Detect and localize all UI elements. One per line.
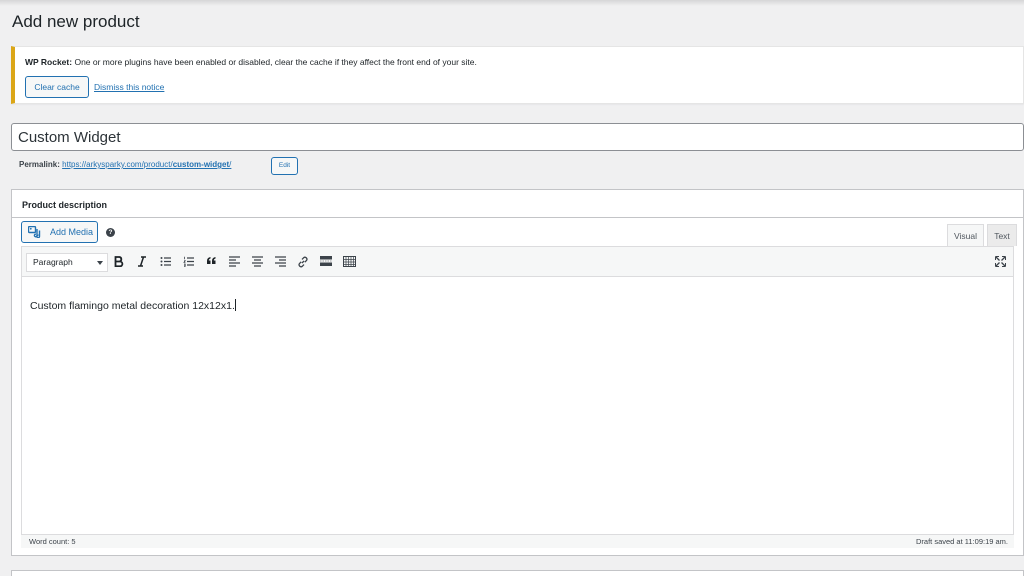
add-media-label: Add Media bbox=[49, 227, 94, 237]
notice-plugin-name: WP Rocket: bbox=[25, 57, 73, 67]
next-postbox bbox=[11, 570, 1024, 576]
media-icon bbox=[28, 226, 41, 238]
word-count: Word count: 5 bbox=[29, 537, 76, 546]
format-select[interactable]: Paragraph bbox=[26, 253, 108, 272]
numbered-list-icon[interactable] bbox=[180, 254, 196, 270]
permalink: Permalink: https://arkysparky.com/produc… bbox=[19, 160, 231, 169]
product-title-input[interactable] bbox=[11, 123, 1024, 151]
help-icon[interactable]: ? bbox=[106, 228, 115, 237]
align-center-icon[interactable] bbox=[249, 254, 265, 270]
page-title: Add new product bbox=[12, 12, 140, 31]
permalink-label: Permalink: bbox=[19, 160, 60, 169]
editor-content: Custom flamingo metal decoration 12x12x1… bbox=[30, 300, 235, 312]
wp-rocket-notice: WP Rocket: One or more plugins have been… bbox=[11, 46, 1024, 104]
editor: Paragraph Custom flamingo metal decorati… bbox=[21, 246, 1014, 546]
postbox-header: Product description bbox=[12, 190, 1023, 218]
editor-toolbar: Paragraph bbox=[22, 247, 1013, 277]
top-shadow bbox=[0, 0, 1024, 6]
bulleted-list-icon[interactable] bbox=[157, 254, 173, 270]
dismiss-notice-link[interactable]: Dismiss this notice bbox=[94, 82, 164, 92]
blockquote-icon[interactable] bbox=[203, 254, 219, 270]
permalink-link[interactable]: https://arkysparky.com/product/custom-wi… bbox=[62, 160, 231, 169]
editor-content-text[interactable]: Custom flamingo metal decoration 12x12x1… bbox=[30, 299, 236, 312]
add-media-button[interactable]: Add Media bbox=[21, 221, 98, 243]
chevron-down-icon bbox=[97, 261, 103, 265]
draft-saved-status: Draft saved at 11:09:19 am. bbox=[916, 537, 1008, 546]
link-icon[interactable] bbox=[295, 254, 311, 270]
permalink-trailing: / bbox=[229, 160, 232, 169]
permalink-slug: custom-widget bbox=[172, 160, 230, 169]
tab-text[interactable]: Text bbox=[987, 224, 1017, 246]
format-select-value: Paragraph bbox=[33, 257, 73, 267]
align-left-icon[interactable] bbox=[226, 254, 242, 270]
notice-text: WP Rocket: One or more plugins have been… bbox=[25, 57, 477, 67]
toolbar-toggle-icon[interactable] bbox=[341, 254, 357, 270]
read-more-icon[interactable] bbox=[318, 254, 334, 270]
permalink-base: https://arkysparky.com/product/ bbox=[62, 160, 173, 169]
edit-permalink-button[interactable]: Edit bbox=[271, 157, 298, 175]
fullscreen-icon[interactable] bbox=[992, 254, 1008, 270]
editor-statusbar: Word count: 5 Draft saved at 11:09:19 am… bbox=[21, 534, 1014, 548]
tab-visual[interactable]: Visual bbox=[947, 224, 984, 246]
editor-content-area[interactable]: Custom flamingo metal decoration 12x12x1… bbox=[22, 278, 1013, 513]
clear-cache-button[interactable]: Clear cache bbox=[25, 76, 89, 98]
italic-icon[interactable] bbox=[134, 254, 150, 270]
product-description-box: Product description Add Media ? Visual T… bbox=[11, 189, 1024, 556]
bold-icon[interactable] bbox=[111, 254, 127, 270]
text-cursor bbox=[234, 299, 236, 311]
notice-message: One or more plugins have been enabled or… bbox=[74, 57, 477, 67]
align-right-icon[interactable] bbox=[272, 254, 288, 270]
postbox-title: Product description bbox=[22, 200, 108, 210]
